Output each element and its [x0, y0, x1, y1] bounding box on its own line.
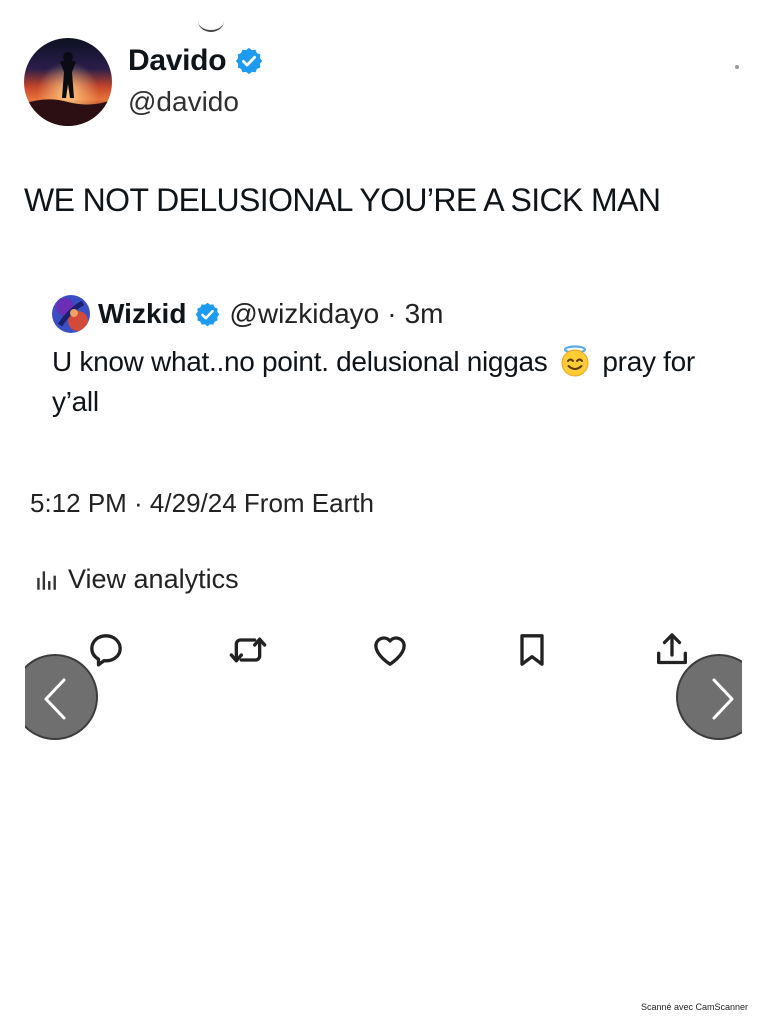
more-options-icon[interactable] [735, 65, 739, 69]
bookmark-icon [520, 634, 544, 666]
retweet-icon [229, 637, 267, 663]
cropped-top-glyph [198, 10, 224, 32]
like-icon [374, 636, 406, 666]
analytics-icon [37, 570, 56, 590]
quoted-handle[interactable]: @wizkidayo [229, 298, 379, 330]
crop-edge-left [0, 640, 25, 750]
quoted-timestamp[interactable]: 3m [405, 298, 444, 330]
tweet-text: WE NOT DELUSIONAL YOU’RE A SICK MAN [24, 182, 661, 218]
smiling-face-with-halo-icon [559, 345, 591, 377]
quoted-avatar-image [52, 295, 90, 333]
author-display-name[interactable]: Davido [128, 44, 227, 78]
quoted-tweet-text: U know what..no point. delusional niggas… [52, 342, 732, 422]
bookmark-button[interactable] [512, 630, 552, 670]
view-analytics-label: View analytics [68, 564, 239, 594]
tweet-screenshot: Davido @davido WE NOT DELUSIONAL YOU’RE … [0, 0, 768, 1024]
scanner-watermark: Scanné avec CamScanner [640, 1002, 748, 1012]
quoted-separator: · [387, 298, 397, 329]
quoted-tweet[interactable]: Wizkid @wizkidayo · 3m U know what..no p… [52, 292, 732, 422]
author-name-row: Davido [128, 44, 264, 78]
quoted-author-avatar[interactable] [52, 295, 90, 333]
quoted-tweet-header: Wizkid @wizkidayo · 3m [52, 292, 732, 336]
quoted-display-name[interactable]: Wizkid [98, 298, 186, 330]
tweet-timestamp-source[interactable]: 5:12 PM · 4/29/24 From Earth [30, 488, 374, 519]
like-button[interactable] [370, 630, 410, 670]
author-handle[interactable]: @davido [128, 86, 239, 118]
quoted-text-part-1: U know what..no point. delusional niggas [52, 346, 548, 377]
author-avatar[interactable] [24, 38, 112, 126]
crop-edge-right [742, 640, 768, 750]
chevron-left-icon [44, 678, 66, 720]
view-analytics-link[interactable]: View analytics [34, 564, 239, 595]
retweet-button[interactable] [228, 630, 268, 670]
sunset-silhouette-avatar [24, 38, 112, 126]
verified-badge-icon [236, 47, 263, 75]
quoted-verified-badge-icon [196, 302, 220, 326]
